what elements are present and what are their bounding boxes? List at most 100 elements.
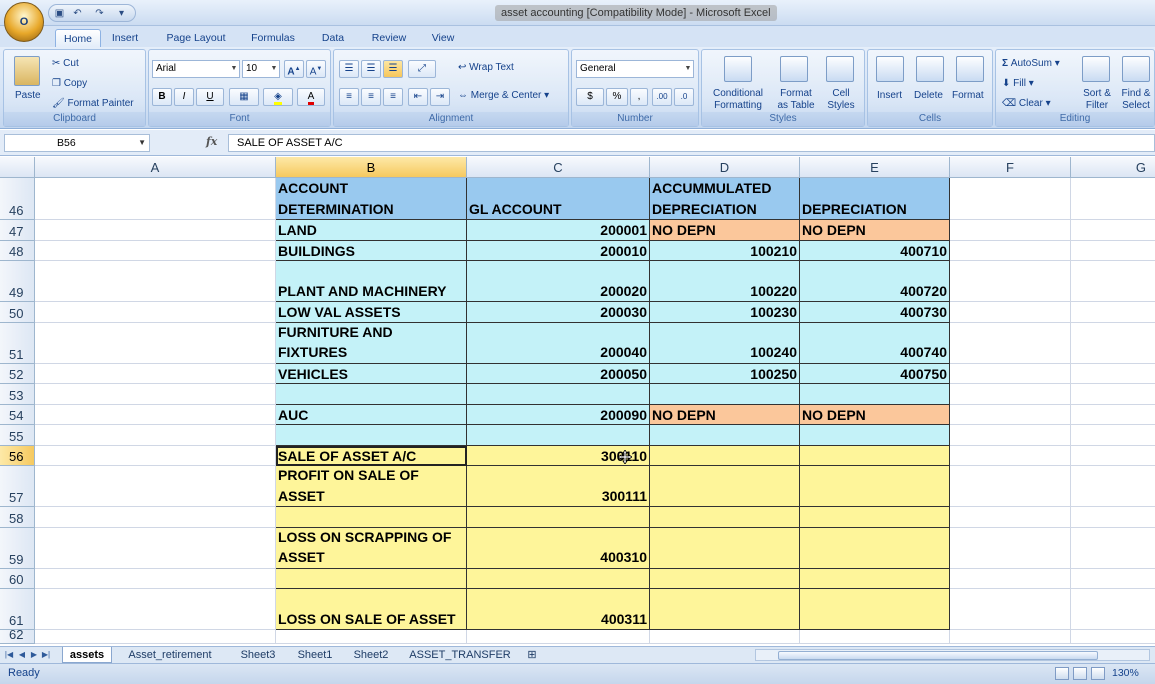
cell-d50[interactable]: 100230 bbox=[650, 302, 800, 323]
cell-a49[interactable] bbox=[35, 261, 276, 302]
cell-a56[interactable] bbox=[35, 445, 276, 466]
cell-e47[interactable]: NO DEPN bbox=[800, 220, 950, 241]
align-bottom-button[interactable]: ☰ bbox=[383, 60, 403, 78]
cell-c47[interactable]: 200001 bbox=[467, 220, 650, 241]
cell-f54[interactable] bbox=[950, 404, 1071, 425]
cell-a59[interactable] bbox=[35, 527, 276, 569]
tab-formulas[interactable]: Formulas bbox=[244, 29, 302, 47]
tab-insert[interactable]: Insert bbox=[104, 29, 146, 47]
sheet-tab-sheet2[interactable]: Sheet2 bbox=[344, 647, 398, 663]
cell-g61[interactable] bbox=[1071, 589, 1155, 630]
cell-b55[interactable] bbox=[276, 425, 467, 446]
cell-c50[interactable]: 200030 bbox=[467, 302, 650, 323]
cell-g47[interactable] bbox=[1071, 220, 1155, 241]
cell-d59[interactable] bbox=[650, 527, 800, 569]
cell-c60[interactable] bbox=[467, 568, 650, 589]
format-as-table-button[interactable]: Format as Table bbox=[772, 88, 820, 112]
cell-b56[interactable]: SALE OF ASSET A/C bbox=[276, 445, 467, 466]
percent-button[interactable]: % bbox=[606, 88, 628, 106]
cell-d49[interactable]: 100220 bbox=[650, 261, 800, 302]
conditional-formatting-button[interactable]: Conditional Formatting bbox=[708, 88, 768, 112]
cell-b48[interactable]: BUILDINGS bbox=[276, 240, 467, 261]
row-header-54[interactable]: 54 bbox=[0, 404, 35, 425]
autosum-button[interactable]: Σ AutoSum ▾ bbox=[1002, 58, 1060, 70]
font-name-combo[interactable]: Arial ▼ bbox=[152, 60, 240, 78]
insert-cells-button[interactable]: Insert bbox=[877, 90, 902, 102]
sort-filter-button[interactable]: Sort & Filter bbox=[1078, 88, 1116, 112]
cell-g59[interactable] bbox=[1071, 528, 1155, 569]
cell-b57[interactable]: PROFIT ON SALE OF ASSET bbox=[276, 466, 467, 507]
cell-c48[interactable]: 200010 bbox=[467, 240, 650, 261]
cell-f55[interactable] bbox=[950, 425, 1071, 446]
cell-g49[interactable] bbox=[1071, 261, 1155, 302]
cell-e53[interactable] bbox=[800, 384, 950, 405]
align-left-button[interactable]: ≡ bbox=[339, 88, 359, 106]
cell-f56[interactable] bbox=[950, 445, 1071, 466]
column-header-g[interactable]: G bbox=[1071, 157, 1155, 178]
cell-a50[interactable] bbox=[35, 302, 276, 323]
cell-a48[interactable] bbox=[35, 240, 276, 261]
cell-c55[interactable] bbox=[467, 425, 650, 446]
cell-d54[interactable]: NO DEPN bbox=[650, 404, 800, 425]
cell-g62[interactable] bbox=[1071, 630, 1155, 644]
cell-d52[interactable]: 100250 bbox=[650, 363, 800, 384]
cell-e60[interactable] bbox=[800, 568, 950, 589]
cell-c57[interactable]: 300111 bbox=[467, 466, 650, 507]
cell-f46[interactable] bbox=[950, 178, 1071, 220]
cell-f48[interactable] bbox=[950, 240, 1071, 261]
page-break-view-icon[interactable] bbox=[1091, 667, 1105, 680]
borders-button[interactable]: ▦ bbox=[229, 88, 259, 106]
cell-d58[interactable] bbox=[650, 507, 800, 528]
cell-f62[interactable] bbox=[950, 630, 1071, 644]
sheet-tab-assets[interactable]: assets bbox=[62, 647, 112, 663]
cell-f52[interactable] bbox=[950, 363, 1071, 384]
cell-b52[interactable]: VEHICLES bbox=[276, 363, 467, 384]
office-button[interactable]: O bbox=[4, 2, 44, 42]
cell-e62[interactable] bbox=[800, 630, 950, 644]
cell-e58[interactable] bbox=[800, 507, 950, 528]
row-header-55[interactable]: 55 bbox=[0, 425, 35, 446]
cell-c46[interactable]: GL ACCOUNT bbox=[467, 178, 650, 220]
cell-b59[interactable]: LOSS ON SCRAPPING OF ASSET bbox=[276, 527, 467, 569]
cell-f59[interactable] bbox=[950, 527, 1071, 569]
format-cells-button[interactable]: Format bbox=[952, 90, 984, 102]
row-header-59[interactable]: 59 bbox=[0, 527, 35, 569]
paste-button[interactable]: Paste bbox=[15, 90, 41, 102]
cell-c52[interactable]: 200050 bbox=[467, 363, 650, 384]
row-header-62[interactable]: 62 bbox=[0, 627, 35, 644]
merge-center-button[interactable]: ⇔ Merge & Center ▾ bbox=[458, 90, 549, 102]
row-header-60[interactable]: 60 bbox=[0, 568, 35, 589]
cell-a46[interactable] bbox=[35, 178, 276, 220]
cell-a58[interactable] bbox=[35, 507, 276, 528]
cell-a54[interactable] bbox=[35, 404, 276, 425]
find-select-button[interactable]: Find & Select bbox=[1118, 88, 1154, 112]
cell-e50[interactable]: 400730 bbox=[800, 302, 950, 323]
page-layout-view-icon[interactable] bbox=[1073, 667, 1087, 680]
cell-d46[interactable]: ACCUMMULATED DEPRECIATION bbox=[650, 178, 800, 220]
insert-function-button[interactable]: fx bbox=[206, 135, 217, 148]
align-center-button[interactable]: ≡ bbox=[361, 88, 381, 106]
cell-a52[interactable] bbox=[35, 363, 276, 384]
tab-view[interactable]: View bbox=[424, 29, 462, 47]
cell-d57[interactable] bbox=[650, 466, 800, 507]
orientation-button[interactable]: ⤢ bbox=[408, 60, 436, 78]
cell-f47[interactable] bbox=[950, 220, 1071, 241]
row-header-46[interactable]: 46 bbox=[0, 178, 35, 220]
decrease-indent-button[interactable]: ⇤ bbox=[408, 88, 428, 106]
copy-button[interactable]: ❐ Copy bbox=[52, 78, 87, 90]
customize-qat-icon[interactable]: ▾ bbox=[115, 7, 128, 20]
undo-icon[interactable]: ↶ bbox=[71, 7, 84, 20]
redo-icon[interactable]: ↷ bbox=[93, 7, 106, 20]
save-icon[interactable]: ▣ bbox=[53, 7, 66, 20]
horizontal-scrollbar[interactable] bbox=[755, 649, 1150, 661]
decrease-decimal-button[interactable]: .0 bbox=[674, 88, 694, 106]
wrap-text-button[interactable]: ↩ Wrap Text bbox=[458, 62, 514, 74]
cell-b49[interactable]: PLANT AND MACHINERY bbox=[276, 261, 467, 302]
column-header-a[interactable]: A bbox=[35, 157, 276, 178]
cell-a61[interactable] bbox=[35, 589, 276, 630]
paste-icon[interactable] bbox=[14, 56, 40, 86]
name-box[interactable]: B56 ▼ bbox=[4, 134, 150, 152]
cell-e57[interactable] bbox=[800, 466, 950, 507]
currency-button[interactable]: $ bbox=[576, 88, 604, 106]
tab-review[interactable]: Review bbox=[364, 29, 414, 47]
